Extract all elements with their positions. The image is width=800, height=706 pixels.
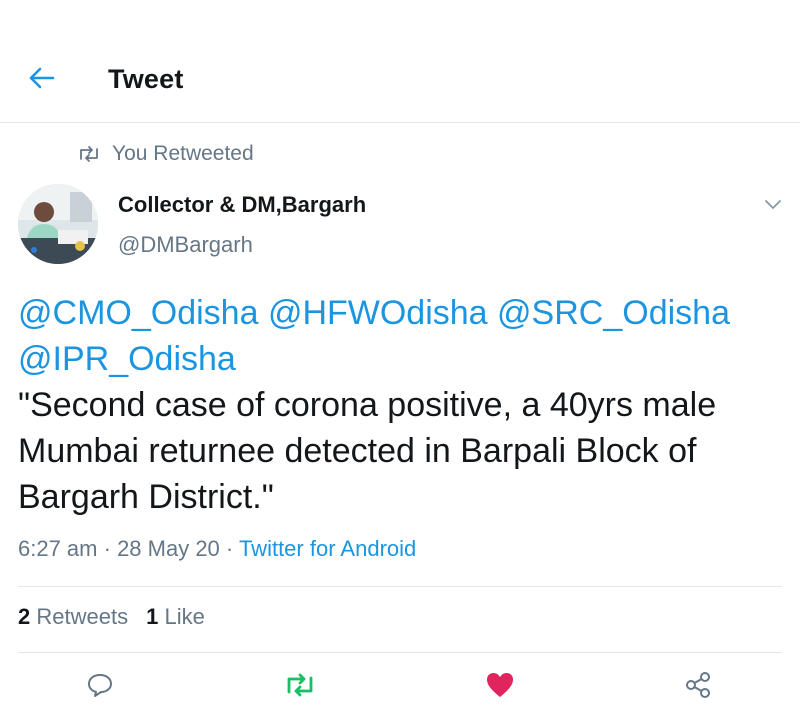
retweets-count: 2 <box>18 604 31 629</box>
divider <box>18 652 782 653</box>
retweet-button[interactable] <box>280 668 320 706</box>
arrow-left-icon <box>28 66 56 95</box>
page-title: Tweet <box>108 64 184 94</box>
retweets-stat[interactable]: 2 Retweets <box>18 604 128 630</box>
retweet-icon <box>284 673 316 702</box>
reply-button[interactable] <box>80 668 120 706</box>
mention-link[interactable]: @CMO_Odisha <box>18 294 258 332</box>
mention-link[interactable]: @IPR_Odisha <box>18 340 236 378</box>
top-bar: Tweet <box>0 0 800 123</box>
action-bar <box>0 668 800 706</box>
engagement-stats: 2 Retweets 1 Like <box>18 604 223 630</box>
tweet-metadata: 6:27 am · 28 May 20 · Twitter for Androi… <box>18 536 416 562</box>
author-name[interactable]: Collector & DM,Bargarh <box>118 192 366 218</box>
mention-link[interactable]: @HFWOdisha <box>268 294 488 332</box>
retweeted-label: You Retweeted <box>112 142 254 165</box>
likes-stat[interactable]: 1 Like <box>146 604 205 630</box>
divider <box>18 586 782 587</box>
separator-dot: · <box>219 536 239 561</box>
share-button[interactable] <box>678 668 718 706</box>
avatar[interactable] <box>18 184 98 264</box>
chevron-down-icon <box>765 197 781 215</box>
likes-label: Like <box>164 604 205 629</box>
tweet-time: 6:27 am <box>18 536 98 561</box>
retweeted-banner: You Retweeted <box>78 140 254 168</box>
back-button[interactable] <box>22 62 62 98</box>
tweet-body: "Second case of corona positive, a 40yrs… <box>18 386 717 516</box>
reply-icon <box>86 672 114 703</box>
tweet-options-button[interactable] <box>760 194 786 218</box>
separator-dot: · <box>97 536 118 561</box>
heart-icon <box>485 671 515 704</box>
like-button[interactable] <box>480 668 520 706</box>
author-handle[interactable]: @DMBargarh <box>118 232 253 258</box>
share-icon <box>684 671 712 704</box>
likes-count: 1 <box>146 604 159 629</box>
tweet-date: 28 May 20 <box>117 536 220 561</box>
mention-link[interactable]: @SRC_Odisha <box>497 294 730 332</box>
tweet-source-link[interactable]: Twitter for Android <box>239 536 416 561</box>
tweet-text: @CMO_Odisha @HFWOdisha @SRC_Odisha @IPR_… <box>18 290 788 520</box>
retweet-icon <box>78 145 100 163</box>
retweets-label: Retweets <box>36 604 129 629</box>
